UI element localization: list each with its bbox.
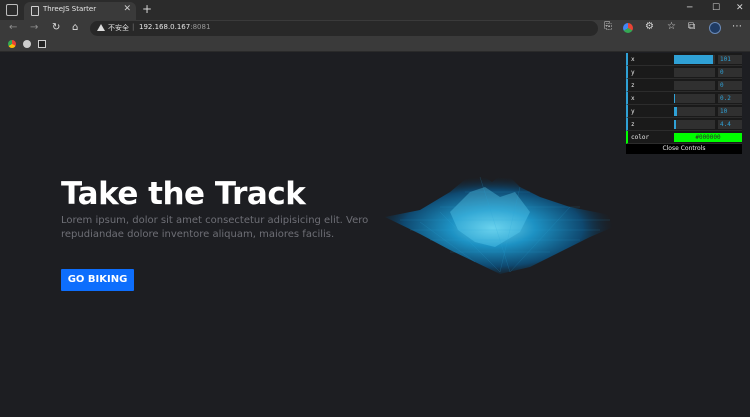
url-text[interactable]: 192.168.0.167:8081 [139, 23, 210, 31]
reload-icon[interactable]: ↻ [52, 22, 60, 33]
minimize-button[interactable]: ─ [687, 3, 692, 13]
control-value-input[interactable]: 0.2 [718, 94, 742, 103]
back-arrow-icon[interactable]: ← [9, 22, 17, 33]
warning-icon [97, 24, 105, 31]
chrome-icon[interactable] [8, 40, 16, 48]
tab-threejs-starter[interactable]: ThreeJS Starter ✕ [24, 2, 136, 20]
profile-avatar[interactable] [709, 22, 721, 34]
slider-fill [674, 94, 676, 103]
control-row-color[interactable]: color #000000 [626, 131, 742, 144]
browser-toolbar: ← → ↻ ⌂ 不安全 | 192.168.0.167:8081 ⎘ ⚙ ☆ ⧉… [0, 20, 750, 37]
github-icon[interactable] [23, 40, 31, 48]
slider-fill [674, 120, 676, 129]
control-row-position-y[interactable]: y 0 [626, 66, 742, 79]
page-icon [31, 6, 39, 16]
security-label[interactable]: 不安全 [108, 23, 129, 33]
url-host: 192.168.0.167 [139, 23, 191, 31]
bookmarks-bar [0, 37, 750, 52]
control-label: z [631, 82, 635, 89]
control-label: color [631, 134, 650, 141]
control-slider[interactable] [674, 68, 715, 77]
control-slider[interactable] [674, 81, 715, 90]
slider-fill [674, 55, 713, 64]
control-slider[interactable] [674, 120, 715, 129]
home-icon[interactable]: ⌂ [72, 22, 78, 33]
hero-description: Lorem ipsum, dolor sit amet consectetur … [61, 215, 369, 240]
control-row-rotation-x[interactable]: x 0.2 [626, 92, 742, 105]
control-row-rotation-z[interactable]: z 4.4 [626, 118, 742, 131]
collections-icon[interactable]: ⧉ [688, 21, 695, 32]
color-picker-extension-icon[interactable] [623, 23, 633, 33]
control-label: y [631, 69, 635, 76]
favorites-icon[interactable]: ☆ [667, 21, 676, 32]
terrain-mesh-canvas[interactable] [380, 162, 630, 282]
control-row-rotation-y[interactable]: y 10 [626, 105, 742, 118]
control-slider[interactable] [674, 107, 715, 116]
close-controls-button[interactable]: Close Controls [626, 144, 742, 154]
address-bar[interactable]: 不安全 | 192.168.0.167:8081 [90, 21, 598, 36]
control-slider[interactable] [674, 55, 715, 64]
close-window-button[interactable]: ✕ [736, 3, 744, 13]
controls-panel: x 101 y 0 z 0 x 0.2 y 10 z 4.4 color #00… [626, 53, 742, 154]
control-label: y [631, 108, 635, 115]
url-separator: | [132, 23, 135, 31]
close-tab-icon[interactable]: ✕ [123, 4, 131, 14]
tab-strip: ThreeJS Starter ✕ + ─ ☐ ✕ [0, 0, 750, 20]
forward-arrow-icon[interactable]: → [30, 22, 38, 33]
hero-title: Take the Track [61, 176, 306, 212]
tab-actions-icon[interactable] [6, 4, 18, 16]
control-value-input[interactable]: 101 [718, 55, 742, 64]
control-value-input[interactable]: 4.4 [718, 120, 742, 129]
more-menu-icon[interactable]: ⋯ [732, 21, 742, 32]
maximize-button[interactable]: ☐ [712, 3, 720, 13]
control-label: z [631, 121, 635, 128]
go-biking-button[interactable]: GO BIKING [61, 269, 134, 291]
control-label: x [631, 56, 635, 63]
tab-title: ThreeJS Starter [43, 5, 97, 13]
control-row-position-x[interactable]: x 101 [626, 53, 742, 66]
control-slider[interactable] [674, 94, 715, 103]
app-icon[interactable] [38, 40, 46, 48]
control-value-input[interactable]: 0 [718, 81, 742, 90]
new-tab-button[interactable]: + [142, 2, 152, 16]
extensions-icon[interactable]: ⚙ [645, 21, 654, 32]
control-value-input[interactable]: 0 [718, 68, 742, 77]
control-row-position-z[interactable]: z 0 [626, 79, 742, 92]
color-input[interactable]: #000000 [674, 133, 742, 142]
control-label: x [631, 95, 635, 102]
read-aloud-icon[interactable]: ⎘ [604, 21, 612, 32]
control-value-input[interactable]: 10 [718, 107, 742, 116]
slider-fill [674, 107, 678, 116]
url-port: :8081 [190, 23, 211, 31]
